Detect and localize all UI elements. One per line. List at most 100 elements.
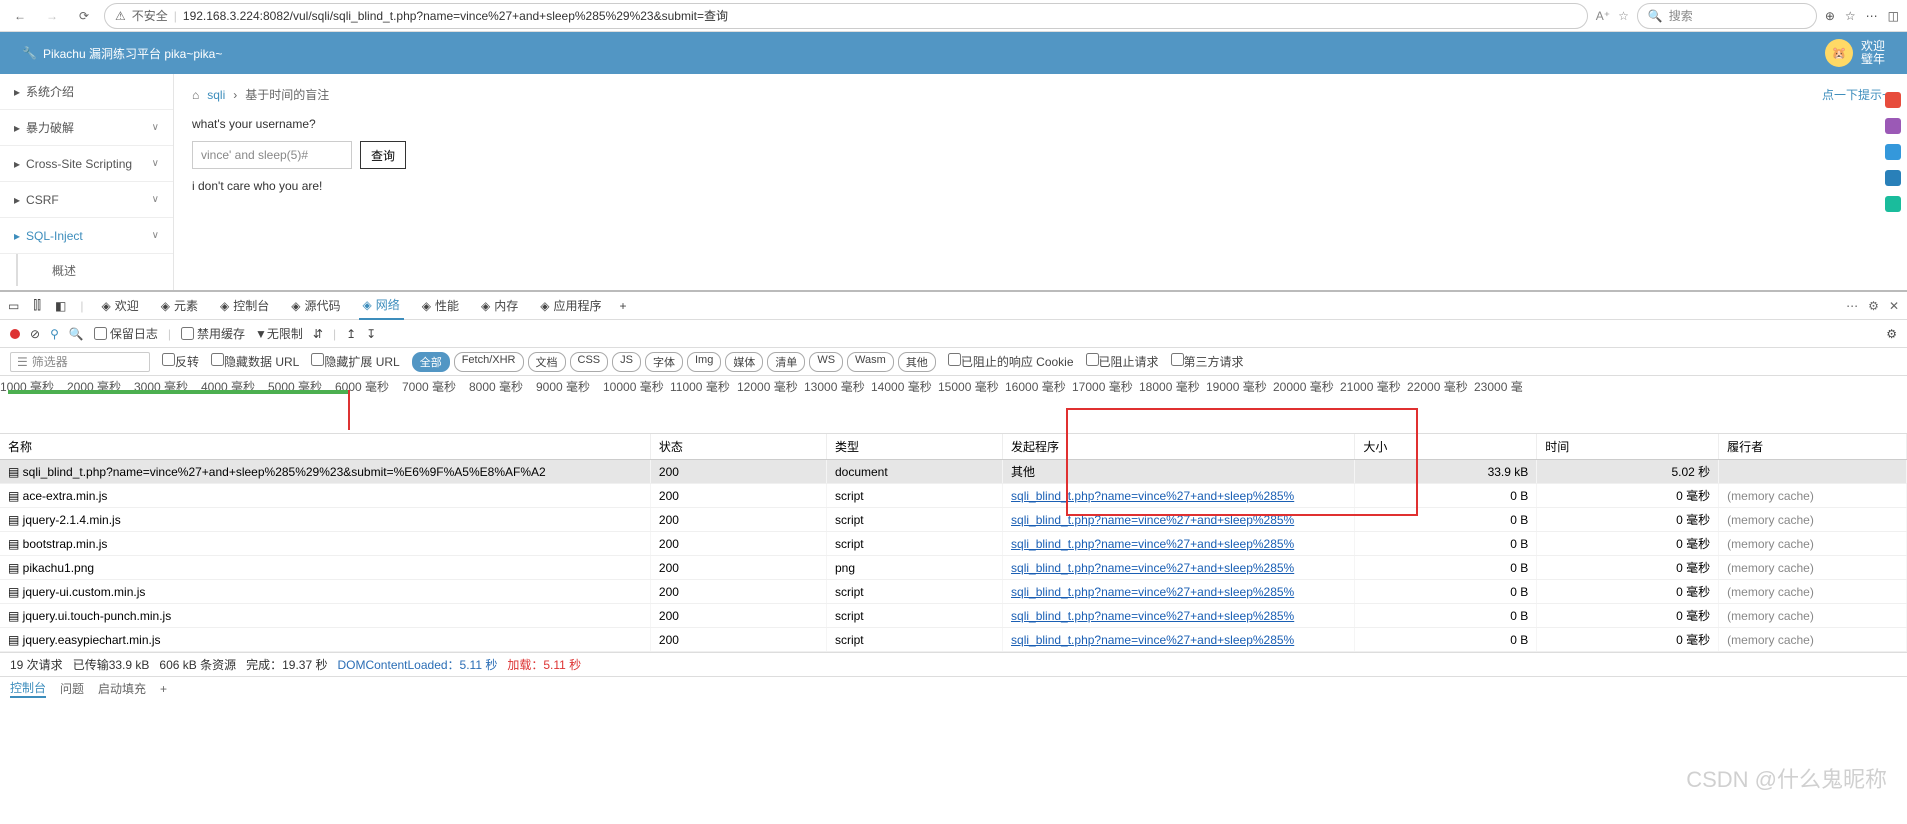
devtools-tab[interactable]: ◈应用程序 [536,292,605,320]
chevron-down-icon: ∨ [152,230,159,241]
col-performer[interactable]: 履行者 [1719,434,1907,460]
network-row[interactable]: ▤ ace-extra.min.js200scriptsqli_blind_t.… [0,484,1907,508]
extensions-icon[interactable]: ⊕ [1825,9,1835,23]
filter-pill[interactable]: 媒体 [725,352,763,372]
col-name[interactable]: 名称 [0,434,650,460]
col-size[interactable]: 大小 [1355,434,1537,460]
sidebar: ▸系统介绍▸暴力破解∨▸Cross-Site Scripting∨▸CSRF∨▸… [0,74,174,290]
filter-pill[interactable]: 其他 [898,352,936,372]
timeline[interactable]: 1000 毫秒2000 毫秒3000 毫秒4000 毫秒5000 毫秒6000 … [0,376,1907,434]
home-icon[interactable]: ⌂ [192,88,199,102]
timeline-bar [8,390,348,394]
disable-cache-checkbox[interactable]: 禁用缓存 [181,325,245,342]
response-message: i don't care who you are! [192,179,1889,193]
drawer-tab[interactable]: 启动填充 [98,680,146,697]
browser-toolbar: ← → ⟳ ⚠ 不安全 | 192.168.3.224:8082/vul/sql… [0,0,1907,32]
inspect-icon[interactable]: ▭ [8,299,19,313]
hide-data-checkbox[interactable]: 隐藏数据 URL [211,353,299,370]
rail-icon-4[interactable] [1885,170,1901,186]
devtools-tab[interactable]: ◈元素 [157,292,202,320]
network-row[interactable]: ▤ sqli_blind_t.php?name=vince%27+and+sle… [0,460,1907,484]
filter-pill[interactable]: 字体 [645,352,683,372]
username-input[interactable] [192,141,352,169]
breadcrumb-link[interactable]: sqli [207,88,225,102]
filter-pill[interactable]: Fetch/XHR [454,352,524,372]
col-initiator[interactable]: 发起程序 [1003,434,1355,460]
devtools-tab[interactable]: ◈网络 [359,292,404,320]
filter-pill[interactable]: CSS [570,352,609,372]
add-drawer-tab[interactable]: + [160,682,167,696]
dt-more-icon[interactable]: ⋯ [1846,299,1858,313]
dock-icon[interactable]: ◧ [55,299,66,313]
sidebar-item[interactable]: ▸CSRF∨ [0,182,173,218]
filter-pill[interactable]: 清单 [767,352,805,372]
more-tabs-icon[interactable]: + [620,299,627,313]
net-settings-icon[interactable]: ⚙ [1886,327,1897,341]
col-time[interactable]: 时间 [1537,434,1719,460]
network-row[interactable]: ▤ jquery-ui.custom.min.js200scriptsqli_b… [0,580,1907,604]
filter-pill[interactable]: Wasm [847,352,894,372]
col-type[interactable]: 类型 [826,434,1002,460]
network-row[interactable]: ▤ pikachu1.png200pngsqli_blind_t.php?nam… [0,556,1907,580]
hint-link[interactable]: 点一下提示~ [1822,86,1889,103]
code-icon: ◈ [161,299,170,313]
sidebar-item[interactable]: ▸Cross-Site Scripting∨ [0,146,173,182]
record-button[interactable] [10,329,20,339]
third-party-checkbox[interactable]: 第三方请求 [1171,353,1244,370]
sidebar-item[interactable]: ▸SQL-Inject∨ [0,218,173,254]
devtools-tab[interactable]: ◈欢迎 [98,292,143,320]
devtools-tab[interactable]: ◈内存 [477,292,522,320]
filter-input[interactable]: ☰ 筛选器 [10,352,150,372]
network-row[interactable]: ▤ bootstrap.min.js200scriptsqli_blind_t.… [0,532,1907,556]
back-button[interactable]: ← [8,4,32,28]
sidebar-toggle-icon[interactable]: ◫ [1888,9,1899,23]
export-icon[interactable]: ↧ [366,327,376,341]
rail-icon-1[interactable] [1885,92,1901,108]
reader-icon[interactable]: A⁺ [1596,9,1610,23]
devtools-tab[interactable]: ◈源代码 [287,292,344,320]
rail-icon-5[interactable] [1885,196,1901,212]
address-bar[interactable]: ⚠ 不安全 | 192.168.3.224:8082/vul/sqli/sqli… [104,3,1588,29]
devtools-tab[interactable]: ◈性能 [418,292,463,320]
sidebar-item[interactable]: ▸系统介绍 [0,74,173,110]
blocked-cookie-checkbox[interactable]: 已阻止的响应 Cookie [948,353,1074,370]
menu-icon[interactable]: ⋯ [1866,9,1878,23]
filter-toggle-icon[interactable]: ⚲ [50,327,59,341]
user-area[interactable]: 🐹 欢迎璧年 [1825,39,1885,67]
import-icon[interactable]: ↥ [346,327,356,341]
filter-pill[interactable]: 全部 [412,352,450,372]
sidebar-subitem[interactable]: 概述 [16,254,173,286]
filter-pill[interactable]: 文档 [528,352,566,372]
network-row[interactable]: ▤ jquery.easypiechart.min.js200scriptsql… [0,628,1907,652]
filter-pill[interactable]: JS [612,352,641,372]
network-row[interactable]: ▤ jquery.ui.touch-punch.min.js200scripts… [0,604,1907,628]
hide-ext-checkbox[interactable]: 隐藏扩展 URL [311,353,399,370]
prompt-text: what's your username? [192,117,1889,131]
sidebar-item[interactable]: ▸暴力破解∨ [0,110,173,146]
search-net-icon[interactable]: 🔍 [69,327,84,341]
favorites-icon[interactable]: ☆ [1845,9,1856,23]
filter-pill[interactable]: Img [687,352,721,372]
dt-settings-icon[interactable]: ⚙ [1868,299,1879,313]
star-icon[interactable]: ☆ [1618,9,1629,23]
throttle-select[interactable]: ▼无限制 [255,325,303,342]
dt-close-icon[interactable]: ✕ [1889,299,1899,313]
submit-button[interactable]: 查询 [360,141,406,169]
wifi-icon[interactable]: ⇵ [313,327,323,341]
search-box[interactable]: 🔍 搜索 [1637,3,1817,29]
invert-checkbox[interactable]: 反转 [162,353,199,370]
rail-icon-3[interactable] [1885,144,1901,160]
filter-pill[interactable]: WS [809,352,843,372]
device-icon[interactable]: ⫿⫿ [33,298,41,313]
devtools-tab[interactable]: ◈控制台 [216,292,273,320]
col-status[interactable]: 状态 [650,434,826,460]
drawer-tab[interactable]: 问题 [60,680,84,697]
reload-button[interactable]: ⟳ [72,4,96,28]
network-row[interactable]: ▤ jquery-2.1.4.min.js200scriptsqli_blind… [0,508,1907,532]
clear-button[interactable]: ⊘ [30,327,40,341]
preserve-log-checkbox[interactable]: 保留日志 [94,325,158,342]
rail-icon-2[interactable] [1885,118,1901,134]
blocked-req-checkbox[interactable]: 已阻止请求 [1086,353,1159,370]
forward-button[interactable]: → [40,4,64,28]
drawer-tab[interactable]: 控制台 [10,679,46,698]
